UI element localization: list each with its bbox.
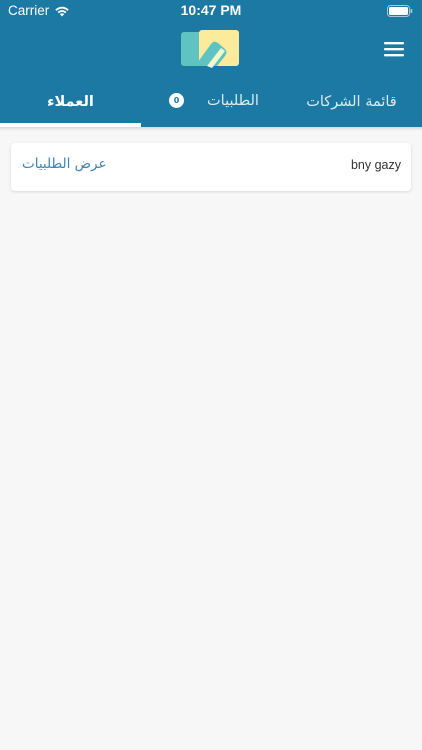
tab-orders-label: الطلبيات	[207, 93, 259, 109]
customer-name: bny gazy	[350, 158, 401, 172]
tab-orders[interactable]: 0 الطلبيات	[141, 80, 281, 124]
tab-customers[interactable]: العملاء	[0, 80, 141, 124]
customer-card[interactable]: عرض الطلبيات bny gazy	[11, 143, 411, 191]
app-header: Carrier 10:47 PM العملاء 0 الطلبيات قائم…	[0, 0, 422, 127]
tab-companies-label: قائمة الشركات	[306, 94, 397, 110]
app-logo-icon	[181, 30, 239, 68]
view-orders-link[interactable]: عرض الطلبيات	[22, 156, 107, 172]
battery-icon	[387, 5, 413, 17]
hamburger-menu-icon[interactable]	[384, 41, 404, 57]
tab-companies[interactable]: قائمة الشركات	[281, 80, 422, 124]
header-shadow	[0, 127, 422, 131]
tab-customers-label: العملاء	[47, 94, 94, 110]
status-time: 10:47 PM	[180, 2, 242, 18]
tab-bar: العملاء 0 الطلبيات قائمة الشركات	[0, 80, 422, 127]
orders-count-badge: 0	[169, 93, 184, 108]
status-bar: Carrier 10:47 PM	[0, 0, 422, 22]
